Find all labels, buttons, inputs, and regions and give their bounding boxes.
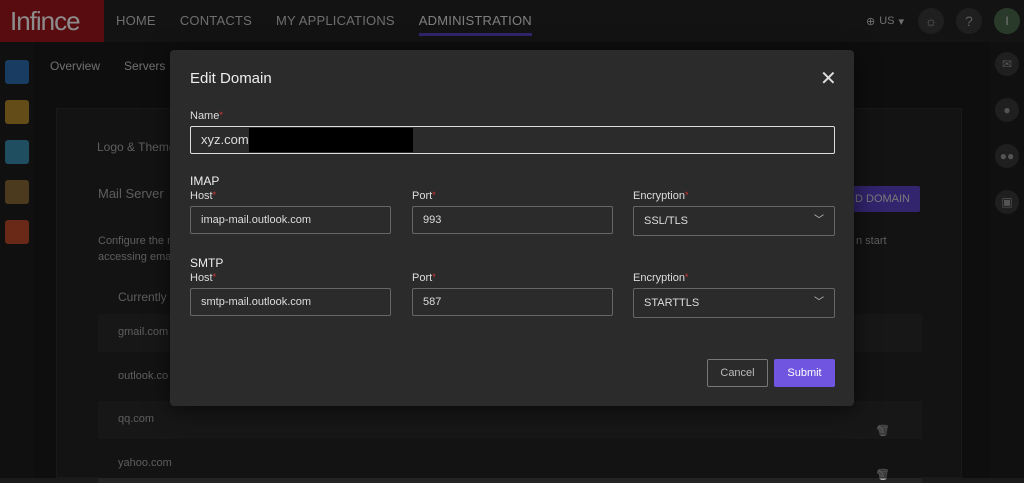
imap-host-label: Host* bbox=[190, 190, 217, 202]
imap-port-label-text: Port bbox=[412, 190, 433, 202]
smtp-encryption-label: Encryption* bbox=[633, 272, 689, 284]
smtp-section-title: SMTP bbox=[190, 256, 224, 270]
submit-button[interactable]: Submit bbox=[774, 359, 835, 387]
smtp-encryption-label-text: Encryption bbox=[633, 272, 685, 284]
redaction-block bbox=[249, 128, 413, 152]
smtp-host-label-text: Host bbox=[190, 272, 213, 284]
smtp-encryption-select[interactable]: STARTTLS ﹀ bbox=[633, 288, 835, 318]
imap-encryption-select[interactable]: SSL/TLS ﹀ bbox=[633, 206, 835, 236]
imap-host-input[interactable]: imap-mail.outlook.com bbox=[190, 206, 391, 234]
name-label: Name* bbox=[190, 110, 223, 122]
imap-port-input[interactable]: 993 bbox=[412, 206, 613, 234]
smtp-port-label: Port* bbox=[412, 272, 436, 284]
imap-section-title: IMAP bbox=[190, 174, 220, 188]
smtp-port-input[interactable]: 587 bbox=[412, 288, 613, 316]
smtp-host-label: Host* bbox=[190, 272, 217, 284]
chevron-down-icon: ﹀ bbox=[814, 215, 824, 226]
smtp-encryption-value: STARTTLS bbox=[644, 297, 700, 309]
imap-encryption-label: Encryption* bbox=[633, 190, 689, 202]
imap-host-label-text: Host bbox=[190, 190, 213, 202]
close-icon[interactable]: ✕ bbox=[820, 69, 837, 89]
imap-encryption-label-text: Encryption bbox=[633, 190, 685, 202]
imap-port-label: Port* bbox=[412, 190, 436, 202]
imap-encryption-value: SSL/TLS bbox=[644, 215, 689, 227]
name-input-value: xyz.com bbox=[201, 132, 249, 147]
name-input[interactable]: xyz.com bbox=[190, 126, 835, 154]
modal-title: Edit Domain bbox=[190, 70, 272, 87]
smtp-host-input[interactable]: smtp-mail.outlook.com bbox=[190, 288, 391, 316]
smtp-port-label-text: Port bbox=[412, 272, 433, 284]
chevron-down-icon: ﹀ bbox=[814, 297, 824, 308]
edit-domain-modal: Edit Domain ✕ Name* xyz.com IMAP Host* i… bbox=[170, 50, 854, 406]
name-label-text: Name bbox=[190, 110, 220, 122]
cancel-button[interactable]: Cancel bbox=[707, 359, 768, 387]
